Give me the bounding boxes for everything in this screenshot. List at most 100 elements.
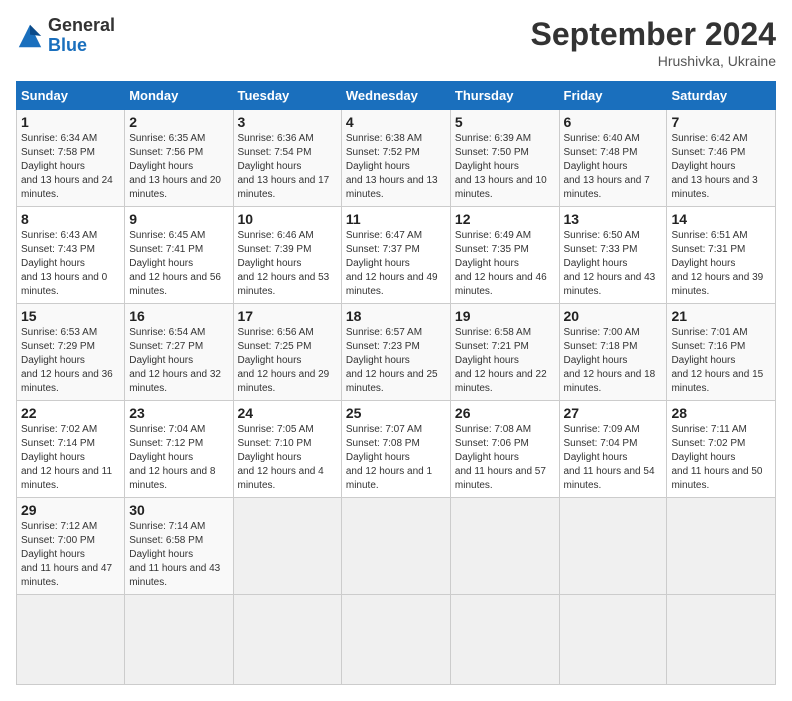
day-detail: Sunrise: 6:54 AMSunset: 7:27 PMDaylight …: [129, 326, 228, 396]
table-row: 18Sunrise: 6:57 AMSunset: 7:23 PMDayligh…: [341, 304, 450, 401]
header: General Blue September 2024 Hrushivka, U…: [16, 16, 776, 69]
day-detail: Sunrise: 6:38 AMSunset: 7:52 PMDaylight …: [346, 132, 446, 202]
day-number: 19: [455, 308, 555, 324]
day-detail: Sunrise: 6:56 AMSunset: 7:25 PMDaylight …: [238, 326, 337, 396]
day-number: 11: [346, 211, 446, 227]
table-row: [450, 498, 559, 595]
table-row: 21 Sunrise: 7:01 AMSunset: 7:16 PMDayligh…: [667, 304, 776, 401]
logo-general: General: [48, 15, 115, 35]
day-number: 17: [238, 308, 337, 324]
table-row: 10Sunrise: 6:46 AMSunset: 7:39 PMDayligh…: [233, 207, 341, 304]
day-number: 13: [564, 211, 663, 227]
header-wednesday: Wednesday: [341, 82, 450, 110]
calendar-body: 1 Sunrise: 6:34 AMSunset: 7:58 PMDaylight…: [17, 110, 776, 685]
title-area: September 2024 Hrushivka, Ukraine: [531, 16, 776, 69]
table-row: 23 Sunrise: 7:04 AMSunset: 7:12 PMDayligh…: [125, 401, 233, 498]
day-number: 10: [238, 211, 337, 227]
logo-icon: [16, 22, 44, 50]
table-row: [125, 595, 233, 685]
calendar-table: Sunday Monday Tuesday Wednesday Thursday…: [16, 81, 776, 685]
table-row: 19 Sunrise: 6:58 AMSunset: 7:21 PMDayligh…: [450, 304, 559, 401]
day-detail: Sunrise: 7:11 AMSunset: 7:02 PMDaylight …: [671, 423, 771, 493]
day-number: 14: [671, 211, 771, 227]
table-row: 14 Sunrise: 6:51 AMSunset: 7:31 PMDayligh…: [667, 207, 776, 304]
day-detail: Sunrise: 6:58 AMSunset: 7:21 PMDaylight …: [455, 326, 555, 396]
header-thursday: Thursday: [450, 82, 559, 110]
day-detail: Sunrise: 6:39 AMSunset: 7:50 PMDaylight …: [455, 132, 555, 202]
day-number: 30: [129, 502, 228, 518]
day-number: 6: [564, 114, 663, 130]
day-detail: Sunrise: 7:05 AMSunset: 7:10 PMDaylight …: [238, 423, 337, 493]
calendar-header: Sunday Monday Tuesday Wednesday Thursday…: [17, 82, 776, 110]
day-detail: Sunrise: 7:09 AMSunset: 7:04 PMDaylight …: [564, 423, 663, 493]
day-detail: Sunrise: 6:36 AMSunset: 7:54 PMDaylight …: [238, 132, 337, 202]
table-row: 4 Sunrise: 6:38 AMSunset: 7:52 PMDaylight…: [341, 110, 450, 207]
day-number: 5: [455, 114, 555, 130]
day-detail: Sunrise: 6:43 AMSunset: 7:43 PMDaylight …: [21, 229, 120, 299]
table-row: 26 Sunrise: 7:08 AMSunset: 7:06 PMDayligh…: [450, 401, 559, 498]
day-number: 21: [671, 308, 771, 324]
day-number: 28: [671, 405, 771, 421]
day-number: 24: [238, 405, 337, 421]
table-row: 1 Sunrise: 6:34 AMSunset: 7:58 PMDaylight…: [17, 110, 125, 207]
day-detail: Sunrise: 6:40 AMSunset: 7:48 PMDaylight …: [564, 132, 663, 202]
day-number: 1: [21, 114, 120, 130]
day-number: 3: [238, 114, 337, 130]
header-tuesday: Tuesday: [233, 82, 341, 110]
table-row: 15Sunrise: 6:53 AMSunset: 7:29 PMDayligh…: [17, 304, 125, 401]
table-row: 6 Sunrise: 6:40 AMSunset: 7:48 PMDaylight…: [559, 110, 667, 207]
day-detail: Sunrise: 6:47 AMSunset: 7:37 PMDaylight …: [346, 229, 446, 299]
logo-text: General Blue: [48, 16, 115, 56]
table-row: [667, 498, 776, 595]
day-number: 2: [129, 114, 228, 130]
table-row: 22 Sunrise: 7:02 AMSunset: 7:14 PMDayligh…: [17, 401, 125, 498]
table-row: 28 Sunrise: 7:11 AMSunset: 7:02 PMDayligh…: [667, 401, 776, 498]
header-monday: Monday: [125, 82, 233, 110]
table-row: 13Sunrise: 6:50 AMSunset: 7:33 PMDayligh…: [559, 207, 667, 304]
day-detail: Sunrise: 6:53 AMSunset: 7:29 PMDaylight …: [21, 326, 120, 396]
day-number: 29: [21, 502, 120, 518]
logo-blue: Blue: [48, 35, 87, 55]
table-row: 20Sunrise: 7:00 AMSunset: 7:18 PMDayligh…: [559, 304, 667, 401]
table-row: [559, 498, 667, 595]
day-detail: Sunrise: 7:04 AMSunset: 7:12 PMDaylight …: [129, 423, 228, 493]
logo: General Blue: [16, 16, 115, 56]
day-detail: Sunrise: 6:45 AMSunset: 7:41 PMDaylight …: [129, 229, 228, 299]
header-saturday: Saturday: [667, 82, 776, 110]
day-detail: Sunrise: 6:35 AMSunset: 7:56 PMDaylight …: [129, 132, 228, 202]
day-number: 9: [129, 211, 228, 227]
table-row: [559, 595, 667, 685]
day-number: 16: [129, 308, 228, 324]
table-row: 16 Sunrise: 6:54 AMSunset: 7:27 PMDayligh…: [125, 304, 233, 401]
table-row: 9 Sunrise: 6:45 AMSunset: 7:41 PMDaylight…: [125, 207, 233, 304]
day-number: 23: [129, 405, 228, 421]
header-friday: Friday: [559, 82, 667, 110]
day-detail: Sunrise: 7:12 AMSunset: 7:00 PMDaylight …: [21, 520, 120, 590]
day-detail: Sunrise: 7:08 AMSunset: 7:06 PMDaylight …: [455, 423, 555, 493]
day-detail: Sunrise: 7:07 AMSunset: 7:08 PMDaylight …: [346, 423, 446, 493]
day-detail: Sunrise: 6:51 AMSunset: 7:31 PMDaylight …: [671, 229, 771, 299]
table-row: 25 Sunrise: 7:07 AMSunset: 7:08 PMDayligh…: [341, 401, 450, 498]
table-row: 7Sunrise: 6:42 AMSunset: 7:46 PMDaylight…: [667, 110, 776, 207]
day-number: 8: [21, 211, 120, 227]
day-number: 26: [455, 405, 555, 421]
day-detail: Sunrise: 7:01 AMSunset: 7:16 PMDaylight …: [671, 326, 771, 396]
location-title: Hrushivka, Ukraine: [531, 53, 776, 69]
day-detail: Sunrise: 7:02 AMSunset: 7:14 PMDaylight …: [21, 423, 120, 493]
day-number: 22: [21, 405, 120, 421]
month-title: September 2024: [531, 16, 776, 53]
day-number: 25: [346, 405, 446, 421]
day-detail: Sunrise: 6:42 AMSunset: 7:46 PMDaylight …: [671, 132, 771, 202]
day-number: 4: [346, 114, 446, 130]
table-row: 17 Sunrise: 6:56 AMSunset: 7:25 PMDayligh…: [233, 304, 341, 401]
table-row: 24 Sunrise: 7:05 AMSunset: 7:10 PMDayligh…: [233, 401, 341, 498]
table-row: 27Sunrise: 7:09 AMSunset: 7:04 PMDayligh…: [559, 401, 667, 498]
day-detail: Sunrise: 7:14 AMSunset: 6:58 PMDaylight …: [129, 520, 228, 590]
table-row: 3 Sunrise: 6:36 AMSunset: 7:54 PMDaylight…: [233, 110, 341, 207]
day-detail: Sunrise: 6:34 AMSunset: 7:58 PMDaylight …: [21, 132, 120, 202]
table-row: 12Sunrise: 6:49 AMSunset: 7:35 PMDayligh…: [450, 207, 559, 304]
table-row: [450, 595, 559, 685]
table-row: 8 Sunrise: 6:43 AMSunset: 7:43 PMDaylight…: [17, 207, 125, 304]
table-row: [233, 498, 341, 595]
day-number: 20: [564, 308, 663, 324]
